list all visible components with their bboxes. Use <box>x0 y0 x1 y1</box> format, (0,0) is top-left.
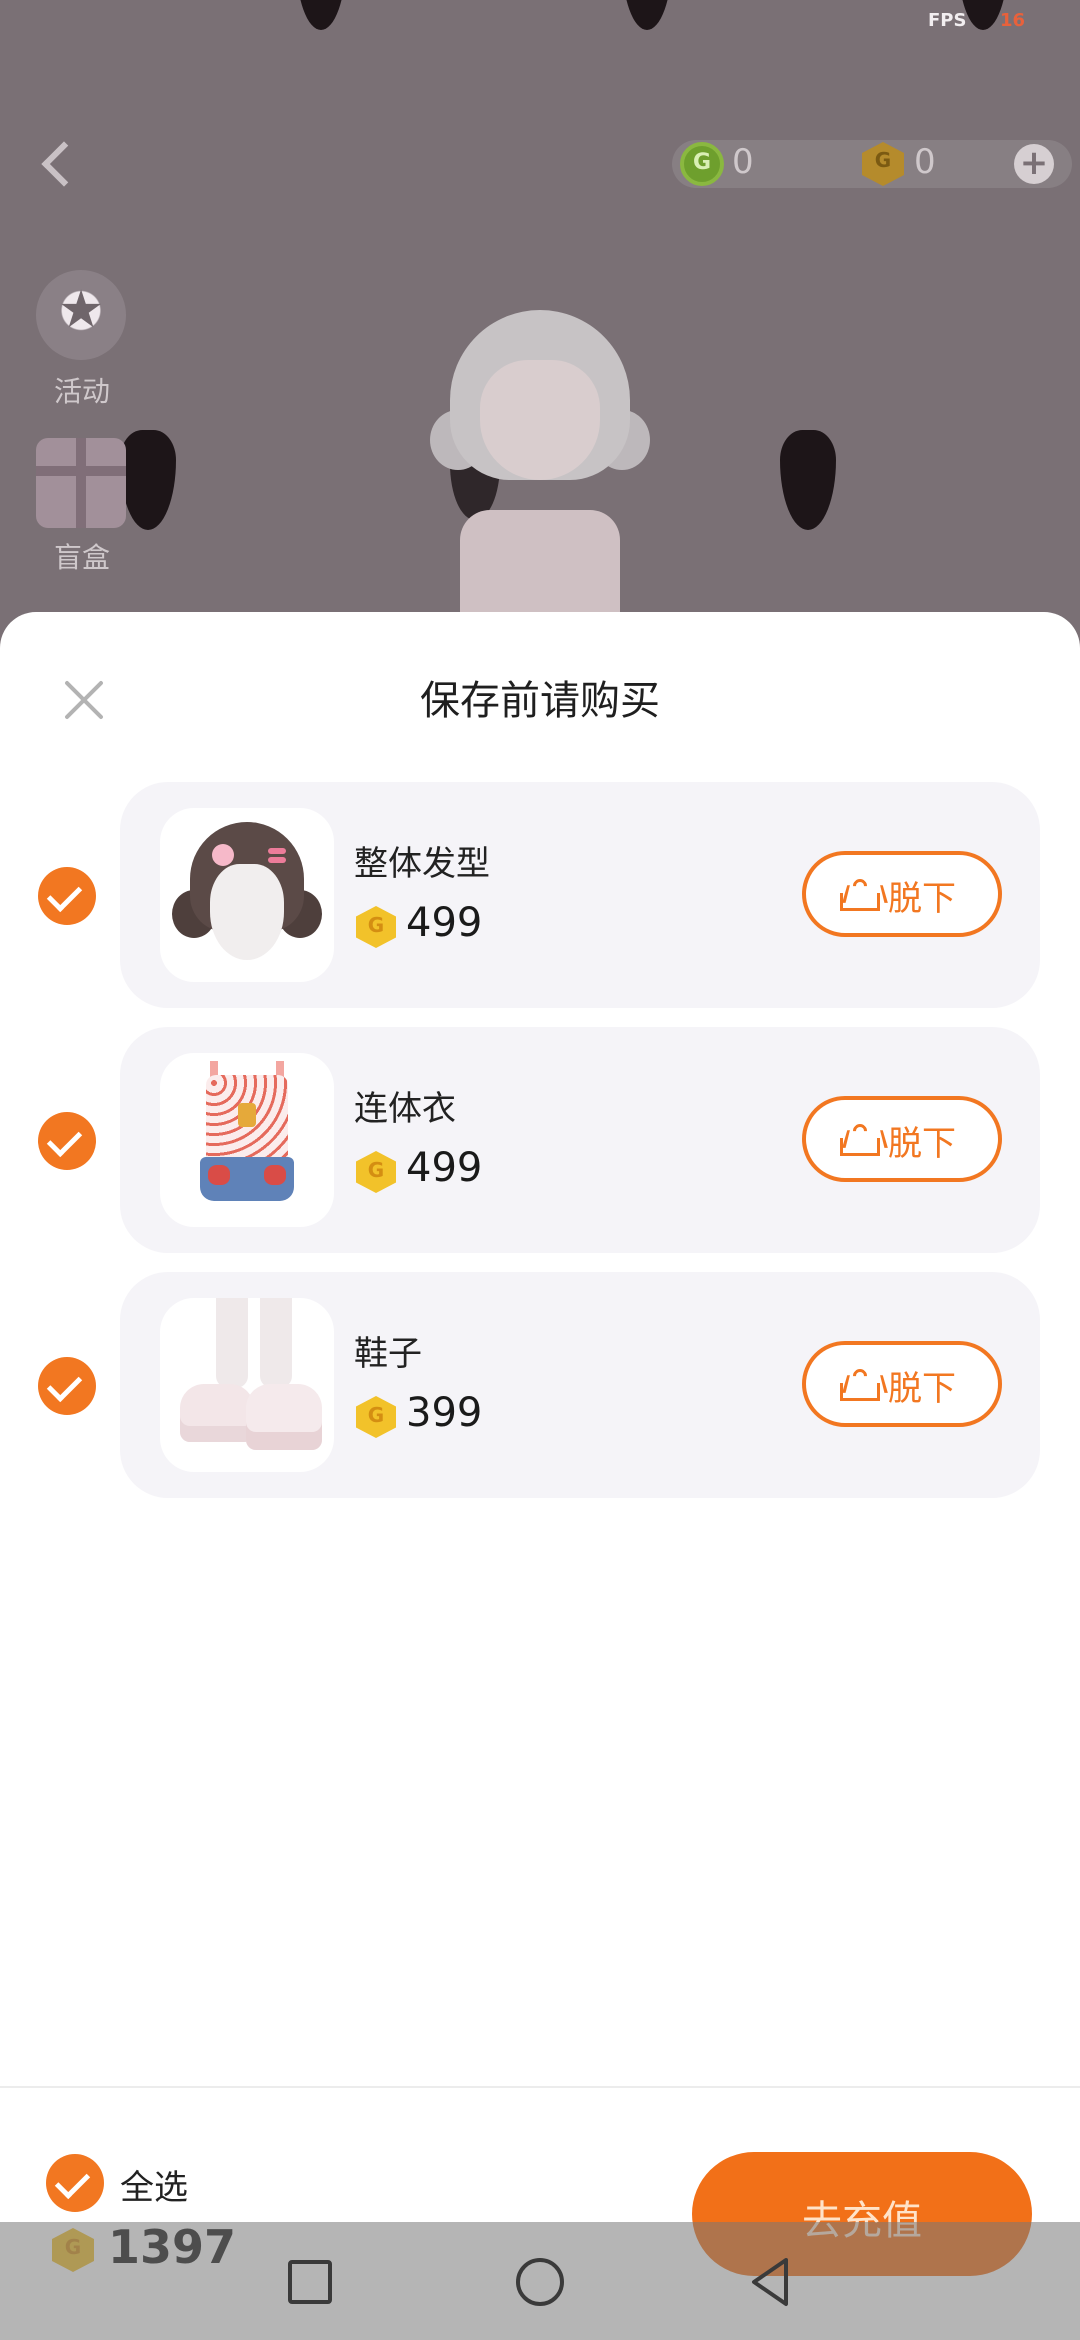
list-item: 整体发型 499 脱下 <box>0 782 1080 1008</box>
add-currency-button[interactable]: + <box>1014 144 1054 184</box>
activity-label: 活动 <box>53 375 110 408</box>
sheet-title: 保存前请购买 <box>420 678 660 724</box>
list-item: 鞋子 399 脱下 <box>0 1272 1080 1498</box>
avatar-scene: FPS 16 0 0 + 活动 盲盒 <box>0 0 1080 640</box>
heart-decoration <box>120 430 176 530</box>
coin-icon <box>356 1396 396 1438</box>
green-currency-icon <box>680 142 724 186</box>
hanger-icon <box>840 1121 880 1158</box>
home-icon[interactable] <box>516 2258 564 2306</box>
back-button[interactable] <box>34 136 78 192</box>
hairstyle-thumbnail <box>160 808 334 982</box>
blindbox-gift-icon[interactable] <box>36 438 126 528</box>
heart-decoration <box>622 0 672 30</box>
green-currency-value: 0 <box>732 142 754 182</box>
shoes-thumbnail <box>160 1298 334 1472</box>
coin-icon <box>356 906 396 948</box>
item-price: 499 <box>406 1145 483 1191</box>
item-price: 399 <box>406 1390 483 1436</box>
item-checkbox[interactable] <box>38 867 96 925</box>
nav-back-icon[interactable] <box>748 2256 792 2308</box>
remove-button[interactable]: 脱下 <box>802 1096 1002 1182</box>
purchase-sheet: 保存前请购买 整体发型 499 脱下 <box>0 612 1080 2340</box>
coin-icon <box>356 1151 396 1193</box>
activity-icon[interactable] <box>36 270 126 360</box>
select-all-label: 全选 <box>120 2168 188 2208</box>
blindbox-label: 盲盒 <box>53 541 110 574</box>
avatar-character <box>430 310 650 640</box>
item-checkbox[interactable] <box>38 1112 96 1170</box>
item-card: 鞋子 399 脱下 <box>120 1272 1040 1498</box>
hanger-icon <box>840 1366 880 1403</box>
heart-decoration <box>780 430 836 530</box>
jumpsuit-thumbnail <box>160 1053 334 1227</box>
remove-label: 脱下 <box>888 1369 956 1409</box>
fps-value: 16 <box>1000 10 1026 31</box>
item-checkbox[interactable] <box>38 1357 96 1415</box>
item-card: 连体衣 499 脱下 <box>120 1027 1040 1253</box>
remove-button[interactable]: 脱下 <box>802 851 1002 937</box>
list-item: 连体衣 499 脱下 <box>0 1027 1080 1253</box>
hanger-icon <box>840 876 880 913</box>
item-name: 鞋子 <box>354 1334 422 1374</box>
system-nav-bar <box>0 2222 1080 2340</box>
heart-decoration <box>296 0 346 30</box>
item-name: 连体衣 <box>354 1089 456 1129</box>
select-all-checkbox[interactable] <box>46 2154 104 2212</box>
divider <box>0 2086 1080 2088</box>
remove-button[interactable]: 脱下 <box>802 1341 1002 1427</box>
recent-apps-icon[interactable] <box>288 2260 332 2304</box>
item-price: 499 <box>406 900 483 946</box>
item-card: 整体发型 499 脱下 <box>120 782 1040 1008</box>
fps-label: FPS <box>928 10 967 31</box>
item-name: 整体发型 <box>354 844 490 884</box>
gold-currency-value: 0 <box>914 142 936 182</box>
remove-label: 脱下 <box>888 1124 956 1164</box>
remove-label: 脱下 <box>888 879 956 919</box>
